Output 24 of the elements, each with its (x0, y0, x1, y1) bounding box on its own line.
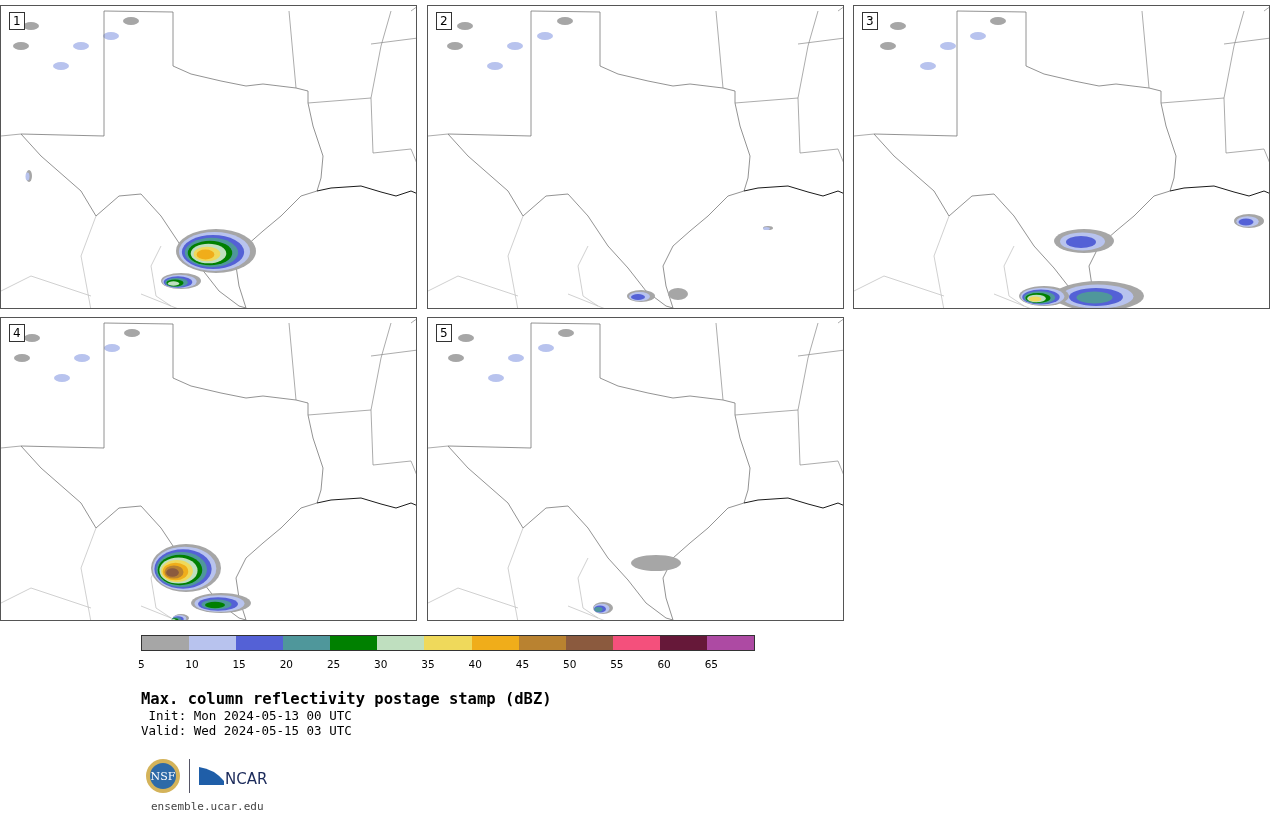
panel-number-label: 3 (862, 12, 878, 30)
colorbar-tick-label: 20 (279, 658, 295, 670)
colorbar-tick-label: 15 (232, 658, 247, 670)
colorbar-tick-label: 55 (610, 658, 625, 670)
colorbar-tick-label: 5 (138, 658, 146, 670)
colorbar-tick-label: 10 (185, 658, 200, 670)
nsf-logo: NSF (145, 758, 181, 794)
colorbar-tick-label: 35 (421, 658, 436, 670)
colorbar-tick-label: 50 (562, 658, 578, 670)
panel-number-label: 1 (9, 12, 25, 30)
panel-number-label: 2 (436, 12, 452, 30)
chart-title: Max. column reflectivity postage stamp (dBZ) (141, 690, 553, 708)
colorbar-tick-label: 25 (326, 658, 342, 670)
colorbar-tick-label: 40 (468, 658, 483, 670)
panel-number-label: 4 (9, 324, 25, 342)
init-time-text: Init: Mon 2024-05-13 00 UTC (147, 708, 353, 723)
panel-number-label: 5 (436, 324, 452, 342)
colorbar-tick-label: 30 (374, 658, 389, 670)
ncar-logo: NCAR (198, 765, 272, 787)
colorbar-tick-label: 45 (515, 658, 531, 670)
colorbar-tick-label: 65 (704, 658, 719, 670)
website-url: ensemble.ucar.edu (151, 800, 265, 813)
valid-time-text: Valid: Wed 2024-05-15 03 UTC (141, 723, 353, 738)
colorbar-tick-label: 60 (657, 658, 672, 670)
